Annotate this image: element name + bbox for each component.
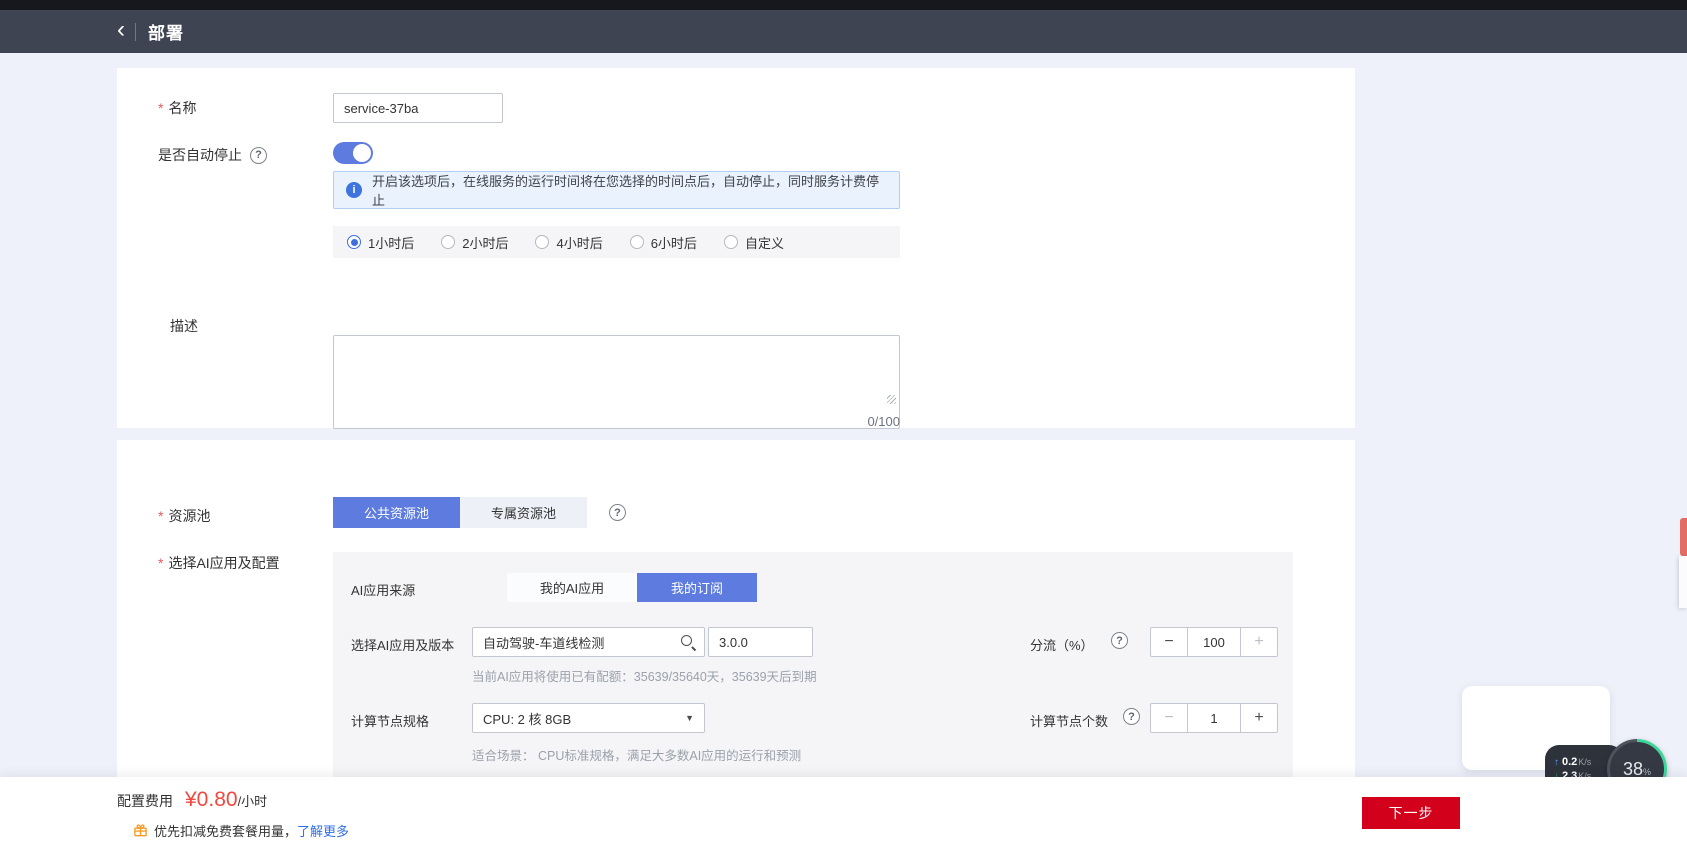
- page-header: ‹ 部署: [0, 10, 1687, 53]
- edge-panel-tab[interactable]: [1679, 556, 1687, 608]
- radio-option-2h[interactable]: 2小时后: [441, 233, 508, 252]
- auto-stop-toggle[interactable]: [333, 142, 373, 164]
- chevron-down-icon: ▼: [685, 713, 694, 723]
- auto-stop-info-text: 开启该选项后，在线服务的运行时间将在您选择的时间点后，自动停止，同时服务计费停止: [372, 174, 880, 208]
- free-tier-text: 优先扣减免费套餐用量，: [154, 824, 298, 839]
- auto-stop-duration-group: 1小时后 2小时后 4小时后 6小时后 自定义: [333, 226, 900, 258]
- price-unit: /小时: [237, 794, 268, 809]
- toggle-knob: [353, 144, 371, 162]
- resource-pool-label: * 资源池: [158, 508, 211, 524]
- auto-stop-label: 是否自动停止 ?: [158, 145, 267, 165]
- traffic-stepper: − 100 +: [1150, 627, 1278, 657]
- ai-app-config-panel: AI应用来源 我的AI应用 我的订阅 选择AI应用及版本 分流（%） ? − 1…: [333, 552, 1293, 777]
- browser-top-strip: [0, 0, 1687, 10]
- upload-speed: 0.2: [1562, 755, 1578, 768]
- node-count-stepper: − 1 +: [1150, 703, 1278, 733]
- auto-stop-info-banner: i 开启该选项后，在线服务的运行时间将在您选择的时间点后，自动停止，同时服务计费…: [333, 171, 900, 209]
- basic-info-card: * 名称 是否自动停止 ? i 开启该选项后，在线服务的运行时间将在您选择的时间…: [117, 68, 1355, 429]
- resource-pool-tabs: 公共资源池 专属资源池: [333, 497, 587, 528]
- radio-option-1h[interactable]: 1小时后: [347, 233, 414, 252]
- learn-more-link[interactable]: 了解更多: [297, 821, 349, 840]
- radio-option-4h[interactable]: 4小时后: [535, 233, 603, 252]
- radio-option-6h[interactable]: 6小时后: [629, 233, 697, 252]
- next-step-button[interactable]: 下一步: [1362, 797, 1460, 829]
- required-mark: *: [158, 100, 164, 116]
- ai-app-search-input[interactable]: [472, 627, 705, 657]
- radio-option-custom[interactable]: 自定义: [723, 233, 784, 252]
- upload-arrow-icon: ↑: [1554, 756, 1559, 768]
- ai-app-search-box: [472, 627, 705, 657]
- plus-button[interactable]: +: [1241, 628, 1277, 656]
- traffic-value[interactable]: 100: [1187, 628, 1241, 656]
- minus-button[interactable]: −: [1151, 628, 1187, 656]
- help-icon[interactable]: ?: [1111, 632, 1128, 649]
- name-label: * 名称: [158, 100, 197, 116]
- help-icon[interactable]: ?: [609, 504, 626, 521]
- version-input[interactable]: [708, 627, 813, 657]
- page-title: 部署: [148, 24, 184, 43]
- price-value: ¥0.80: [185, 788, 238, 811]
- resource-config-card: * 资源池 公共资源池 专属资源池 ? * 选择AI应用及配置 AI应用来源 我…: [117, 440, 1355, 777]
- radio-circle[interactable]: [347, 235, 361, 249]
- traffic-label: 分流（%）: [1030, 638, 1094, 653]
- cost-summary: 配置费用 ¥0.80 /小时: [117, 788, 267, 812]
- cost-label: 配置费用: [117, 793, 173, 809]
- node-spec-value: CPU: 2 核 8GB: [483, 711, 572, 727]
- radio-circle[interactable]: [441, 235, 456, 249]
- back-icon[interactable]: ‹: [117, 17, 133, 46]
- textarea-resize-handle[interactable]: [887, 395, 896, 404]
- required-mark: *: [158, 555, 164, 571]
- radio-circle[interactable]: [629, 235, 644, 249]
- tab-my-subscriptions[interactable]: 我的订阅: [637, 573, 757, 602]
- help-icon[interactable]: ?: [1123, 708, 1140, 725]
- gift-icon: [134, 824, 147, 837]
- ai-app-config-label: * 选择AI应用及配置: [158, 555, 280, 571]
- node-spec-hint: 适合场景： CPU标准规格，满足大多数AI应用的运行和预测: [472, 749, 802, 763]
- radio-circle[interactable]: [535, 235, 550, 249]
- tab-public-pool[interactable]: 公共资源池: [333, 497, 460, 528]
- search-icon[interactable]: [680, 634, 696, 650]
- ai-source-tabs: 我的AI应用 我的订阅: [507, 573, 757, 602]
- description-char-counter: 0/100: [867, 414, 900, 429]
- node-count-value[interactable]: 1: [1187, 704, 1241, 732]
- tab-dedicated-pool[interactable]: 专属资源池: [460, 497, 587, 528]
- node-spec-select[interactable]: CPU: 2 核 8GB ▼: [472, 703, 705, 733]
- edge-feedback-tab[interactable]: [1680, 518, 1687, 556]
- required-mark: *: [158, 508, 164, 524]
- help-icon[interactable]: ?: [250, 146, 267, 164]
- footer-bar: 配置费用 ¥0.80 /小时 优先扣减免费套餐用量， 了解更多 下一步: [0, 777, 1687, 844]
- radio-circle[interactable]: [723, 235, 738, 249]
- name-input[interactable]: [333, 93, 503, 123]
- node-spec-label: 计算节点规格: [351, 714, 430, 729]
- node-count-label: 计算节点个数: [1030, 714, 1109, 729]
- ai-app-version-label: 选择AI应用及版本: [351, 638, 455, 653]
- info-icon: i: [346, 182, 362, 198]
- header-divider: [135, 22, 136, 41]
- free-tier-tip: 优先扣减免费套餐用量， 了解更多: [133, 821, 349, 840]
- minus-button[interactable]: −: [1151, 704, 1187, 732]
- description-label: 描述: [170, 318, 198, 334]
- quota-hint: 当前AI应用将使用已有配额：35639/35640天，35639天后到期: [472, 670, 817, 684]
- tab-my-ai-apps[interactable]: 我的AI应用: [507, 573, 637, 602]
- plus-button[interactable]: +: [1241, 704, 1277, 732]
- ai-source-label: AI应用来源: [351, 583, 416, 598]
